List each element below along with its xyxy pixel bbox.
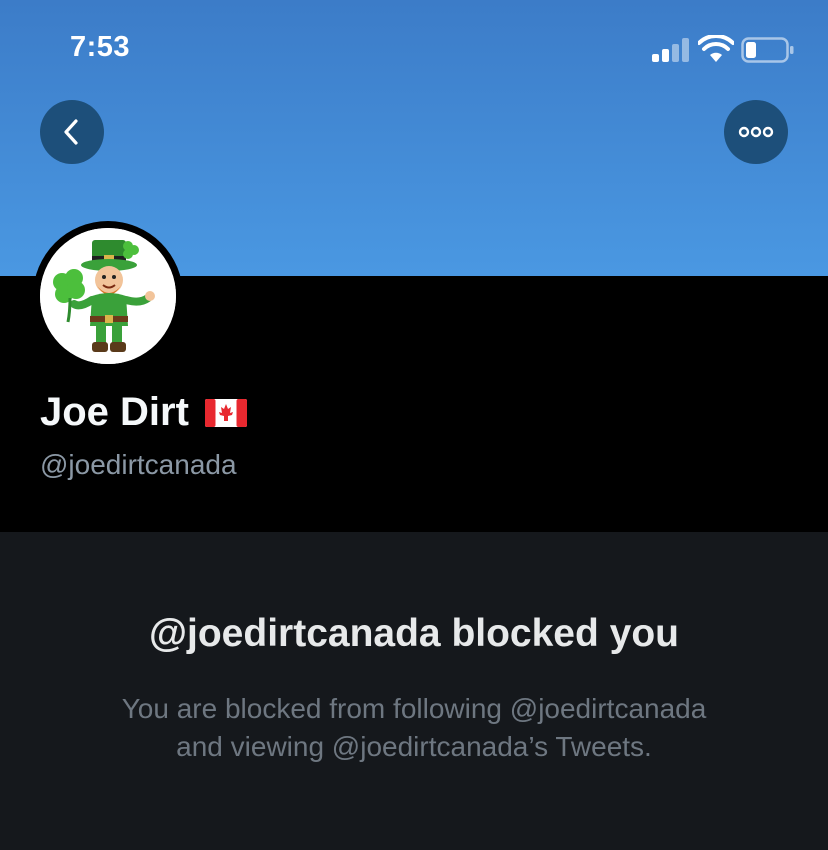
- blocked-description-line-2: and viewing @joedirtcanada’s Tweets.: [176, 731, 652, 762]
- profile-display-name: Joe Dirt: [40, 390, 247, 435]
- profile-handle: @joedirtcanada: [40, 449, 237, 480]
- wifi-icon: [698, 35, 734, 62]
- ellipsis-icon: [738, 126, 774, 138]
- chevron-left-icon: [64, 119, 78, 145]
- blocked-title: @joedirtcanada blocked you: [149, 612, 679, 655]
- status-time: 7:53: [70, 31, 131, 63]
- battery-icon: [741, 37, 794, 63]
- blocked-description: You are blocked from following @joedirtc…: [60, 690, 768, 766]
- more-options-button[interactable]: [724, 100, 788, 164]
- profile-avatar[interactable]: [33, 221, 183, 371]
- blocked-description-line-1: You are blocked from following @joedirtc…: [121, 693, 707, 724]
- back-button[interactable]: [40, 100, 104, 164]
- cellular-signal-icon: [652, 38, 690, 62]
- status-bar: 7:53: [0, 0, 828, 90]
- canada-flag-icon: [204, 398, 247, 427]
- leprechaun-avatar: [40, 228, 176, 364]
- display-name-text: Joe Dirt: [40, 390, 189, 434]
